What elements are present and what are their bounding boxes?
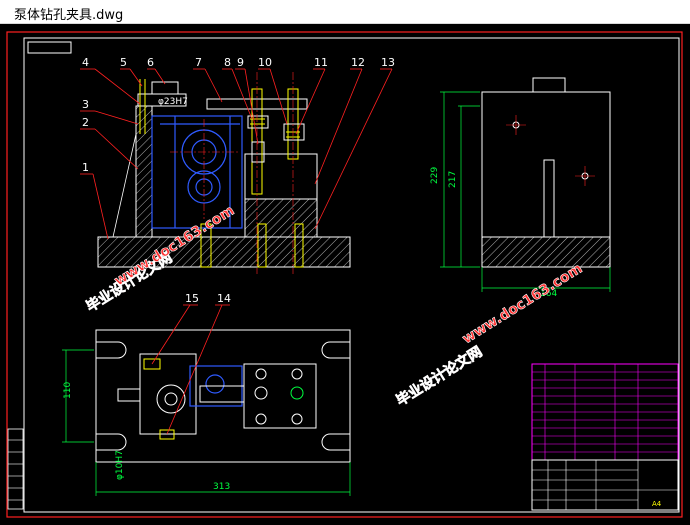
side-view: 229 217 164 xyxy=(430,77,611,299)
callout-9: 9 xyxy=(237,56,244,69)
side-upright xyxy=(481,91,611,238)
leaders-plan xyxy=(151,304,230,435)
left-support xyxy=(135,105,153,238)
plan-view: 110 313 φ10H7 xyxy=(62,329,351,496)
plan-base xyxy=(95,329,351,463)
callout-13: 13 xyxy=(381,56,395,69)
title-block-label: A4 xyxy=(652,500,662,508)
leaders-front xyxy=(80,68,393,240)
dim-313: 313 xyxy=(213,482,230,492)
dim-slot: φ10H7 xyxy=(115,450,125,480)
drawing-sheet: 4 5 6 3 2 1 7 8 9 10 11 12 13 φ23H7 229 … xyxy=(6,31,683,518)
callout-3: 3 xyxy=(82,98,89,111)
side-stamp-box xyxy=(7,428,24,510)
callout-8: 8 xyxy=(224,56,231,69)
title-block: A4 xyxy=(531,363,679,511)
callout-11: 11 xyxy=(314,56,328,69)
dim-bore: φ23H7 xyxy=(158,97,188,107)
watermark-cn-2: 毕业设计论文网 xyxy=(393,343,485,409)
callout-7: 7 xyxy=(195,56,202,69)
callout-4: 4 xyxy=(82,56,89,69)
cad-canvas[interactable]: 4 5 6 3 2 1 7 8 9 10 11 12 13 φ23H7 229 … xyxy=(0,24,690,525)
dim-229: 229 xyxy=(430,167,440,184)
callout-labels-front: 4 5 6 3 2 1 7 8 9 10 11 12 13 xyxy=(82,56,395,174)
callout-14: 14 xyxy=(217,292,231,305)
dim-217: 217 xyxy=(448,171,458,188)
callout-15: 15 xyxy=(185,292,199,305)
callout-2: 2 xyxy=(82,116,89,129)
watermarks: 毕业设计论文网 www.doc163.com 毕业设计论文网 www.doc16… xyxy=(83,202,586,409)
dim-110: 110 xyxy=(63,382,73,399)
document-title: 泵体钻孔夹具.dwg xyxy=(14,8,124,23)
callout-10: 10 xyxy=(258,56,272,69)
window-titlebar: 泵体钻孔夹具.dwg xyxy=(0,0,690,24)
callout-1: 1 xyxy=(82,161,89,174)
drawing-number-box xyxy=(27,41,72,54)
callout-12: 12 xyxy=(351,56,365,69)
callout-6: 6 xyxy=(147,56,154,69)
callout-5: 5 xyxy=(120,56,127,69)
watermark-url-2: www.doc163.com xyxy=(460,261,586,348)
front-view xyxy=(97,72,351,274)
side-base xyxy=(481,236,611,268)
